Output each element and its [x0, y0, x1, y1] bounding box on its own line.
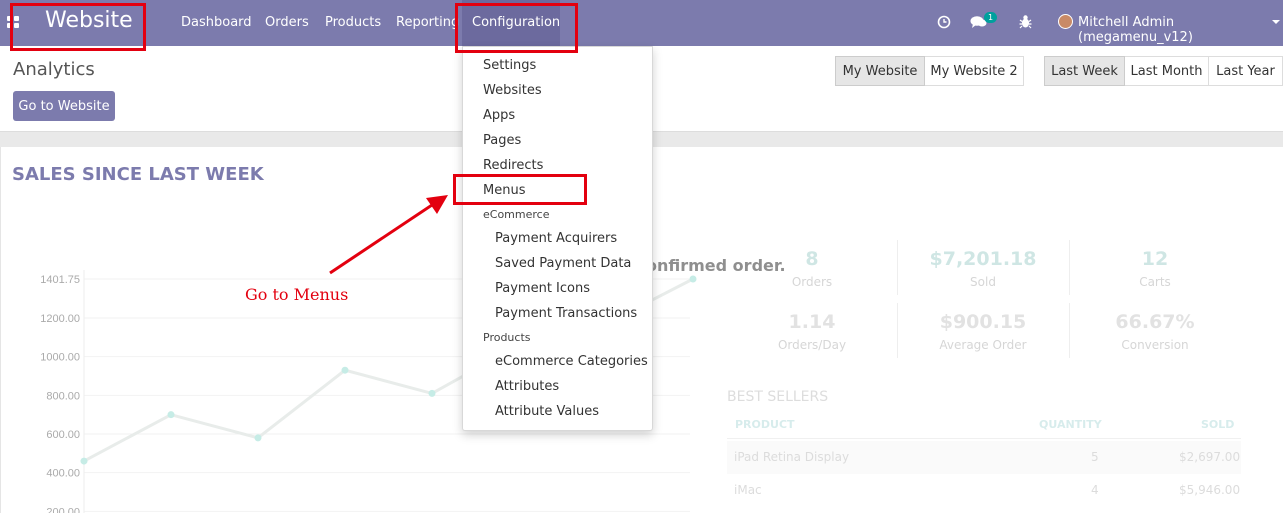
highlight-box-menus: [453, 174, 587, 205]
filter-my-website[interactable]: My Website: [835, 56, 925, 86]
best-sellers-title: BEST SELLERS: [727, 389, 829, 405]
chart-y-tick-label: 200.00: [46, 506, 80, 513]
kpi-conversion-value: 66.67%: [1115, 311, 1195, 333]
kpi-average-order-value: $900.15: [939, 311, 1027, 333]
dropdown-item-redirects[interactable]: Redirects: [483, 158, 543, 173]
best-sellers-header-sold: SOLD: [1201, 418, 1235, 431]
dropdown-item-attributes[interactable]: Attributes: [495, 379, 559, 394]
filter-last-month[interactable]: Last Month: [1125, 56, 1209, 86]
product-cell: iMac: [734, 483, 762, 497]
chart-data-point: [341, 366, 349, 374]
dropdown-item-settings[interactable]: Settings: [483, 58, 536, 73]
dropdown-item-websites[interactable]: Websites: [483, 83, 542, 98]
kpi-orders-per-day-label: Orders/Day: [777, 338, 847, 352]
sales-section-title: SALES SINCE LAST WEEK: [12, 164, 264, 185]
page-title: Analytics: [13, 59, 95, 80]
chart-y-tick-label: 800.00: [46, 390, 80, 402]
dropdown-item-apps[interactable]: Apps: [483, 108, 515, 123]
kpi-orders-value: 8: [805, 248, 819, 270]
dropdown-item-payment-acquirers[interactable]: Payment Acquirers: [495, 231, 617, 246]
kpi-orders-label: Orders: [791, 275, 833, 289]
quantity-cell: 5: [1091, 450, 1099, 464]
chart-y-tick-label: 1200.00: [40, 313, 80, 325]
kpi-divider: [897, 303, 898, 358]
activity-clock-icon[interactable]: [937, 15, 951, 29]
highlight-box-configuration: [455, 3, 578, 53]
table-row[interactable]: iPad Retina Display 5 $2,697.00: [727, 441, 1241, 474]
debug-bug-icon[interactable]: [1019, 14, 1032, 29]
user-avatar[interactable]: [1058, 14, 1073, 29]
chart-y-tick-label: 1401.75: [40, 274, 80, 286]
user-menu-caret-icon[interactable]: [1272, 20, 1280, 24]
website-filter-group: My Website My Website 2: [835, 56, 1024, 86]
sold-cell: $2,697.00: [1179, 450, 1241, 464]
kpi-average-order-label: Average Order: [939, 338, 1027, 352]
product-cell: iPad Retina Display: [734, 450, 850, 464]
chart-data-point: [428, 389, 436, 397]
dropdown-section-ecommerce: eCommerce: [483, 208, 550, 221]
period-filter-group: Last Week Last Month Last Year: [1044, 56, 1283, 86]
chart-y-tick-label: 600.00: [46, 429, 80, 441]
top-navbar: Website Dashboard Orders Products Report…: [0, 0, 1283, 46]
dropdown-section-products: Products: [483, 331, 531, 344]
kpi-carts-label: Carts: [1139, 275, 1171, 289]
kpi-sold-label: Sold: [970, 275, 996, 289]
filter-my-website-2[interactable]: My Website 2: [925, 56, 1024, 86]
configuration-dropdown: Settings Websites Apps Pages Redirects M…: [462, 46, 653, 431]
best-sellers-header-product: PRODUCT: [735, 418, 795, 431]
kpi-sold-value: $7,201.18: [929, 248, 1037, 270]
dropdown-item-payment-transactions[interactable]: Payment Transactions: [495, 306, 637, 321]
dropdown-item-saved-payment-data[interactable]: Saved Payment Data: [495, 256, 631, 271]
highlight-box-website: [10, 3, 146, 51]
kpi-divider: [1069, 303, 1070, 358]
quantity-cell: 4: [1091, 483, 1099, 497]
menu-products[interactable]: Products: [325, 15, 381, 30]
user-menu-name[interactable]: Mitchell Admin (megamenu_v12): [1078, 15, 1283, 45]
chart-data-point: [254, 434, 262, 442]
best-sellers-header-quantity: QUANTITY: [1039, 418, 1102, 431]
annotation-go-to-menus: Go to Menus: [245, 285, 349, 304]
kpi-orders-per-day-value: 1.14: [788, 311, 836, 333]
go-to-website-button[interactable]: Go to Website: [13, 91, 115, 121]
chart-y-tick-label: 1000.00: [40, 352, 80, 364]
dropdown-item-attribute-values[interactable]: Attribute Values: [495, 404, 599, 419]
menu-dashboard[interactable]: Dashboard: [181, 15, 252, 30]
sold-cell: $5,946.00: [1179, 483, 1241, 497]
table-row[interactable]: iMac 4 $5,946.00: [727, 474, 1241, 507]
filter-last-year[interactable]: Last Year: [1209, 56, 1283, 86]
dropdown-item-ecommerce-categories[interactable]: eCommerce Categories: [495, 354, 648, 369]
chart-data-point: [689, 275, 697, 283]
chart-data-point: [80, 457, 88, 465]
annotation-arrow-icon: [329, 195, 448, 275]
filter-last-week[interactable]: Last Week: [1044, 56, 1125, 86]
kpi-conversion-label: Conversion: [1121, 338, 1189, 352]
table-header-divider: [727, 438, 1241, 439]
dropdown-item-pages[interactable]: Pages: [483, 133, 521, 148]
chat-count-badge: 1: [984, 12, 998, 23]
kpi-carts-value: 12: [1141, 248, 1169, 270]
kpi-divider: [1069, 240, 1070, 295]
menu-orders[interactable]: Orders: [265, 15, 309, 30]
chart-data-point: [167, 411, 175, 419]
menu-reporting[interactable]: Reporting: [396, 15, 459, 30]
chart-y-tick-label: 400.00: [46, 468, 80, 480]
kpi-divider: [897, 240, 898, 295]
dropdown-item-payment-icons[interactable]: Payment Icons: [495, 281, 590, 296]
